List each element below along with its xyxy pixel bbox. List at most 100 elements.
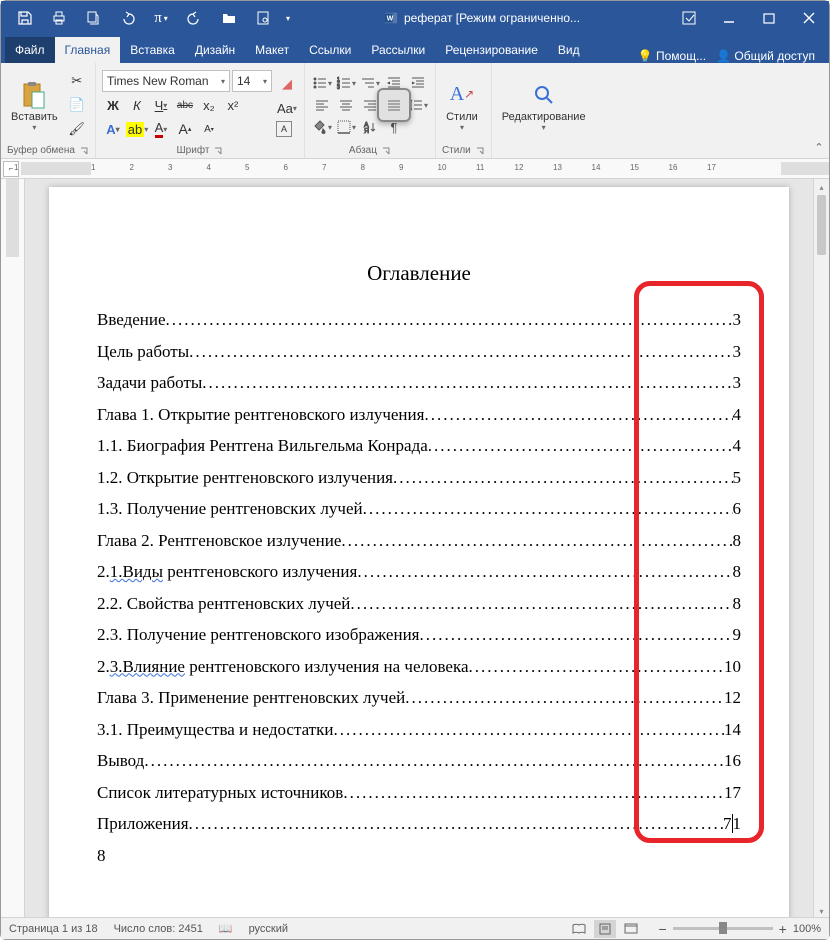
toc-page-number: 10 [724, 657, 741, 677]
toc-leader: ........................................… [428, 436, 733, 456]
tell-me[interactable]: 💡 Помощ... [638, 49, 706, 63]
justify-button[interactable] [383, 94, 405, 116]
shading-button[interactable]: ▾ [311, 116, 333, 138]
toc-leader: ........................................… [363, 499, 733, 519]
print-button[interactable] [43, 4, 75, 32]
bullets-button[interactable]: ▾ [311, 72, 333, 94]
print-preview-button[interactable] [247, 4, 279, 32]
clear-format-button[interactable]: ◢ [276, 73, 298, 95]
toc-line: 2.3.Влияние рентгеновского излучения на … [97, 657, 741, 677]
subscript-button[interactable]: x₂ [198, 94, 220, 116]
editing-button[interactable]: Редактирование▾ [498, 77, 590, 134]
tab-layout[interactable]: Макет [245, 37, 299, 63]
toc-label: Глава 3. Применение рентгеновских лучей [97, 688, 405, 708]
web-layout-button[interactable] [620, 920, 642, 938]
styles-launcher[interactable] [475, 146, 485, 156]
toc-page-number: 5 [733, 468, 742, 488]
paragraph-launcher[interactable] [381, 146, 391, 156]
print-layout-button[interactable] [594, 920, 616, 938]
status-proofing[interactable]: 📖 [219, 922, 233, 935]
grow-font-button[interactable]: A▴ [174, 118, 196, 140]
font-launcher[interactable] [213, 146, 223, 156]
collapse-ribbon-button[interactable]: ⌃ [809, 63, 829, 158]
ruler-horizontal[interactable]: ⌐ 11234567891011121314151617 [1, 159, 829, 179]
italic-button[interactable]: К [126, 94, 148, 116]
redo-button[interactable] [179, 4, 211, 32]
toc-page-number: 9 [733, 625, 742, 645]
highlight-button[interactable]: ab▾ [126, 118, 148, 140]
minimize-button[interactable] [709, 1, 749, 35]
toc-leader: ........................................… [469, 657, 724, 677]
change-case-button[interactable]: Aa▾ [276, 97, 298, 119]
align-center-button[interactable] [335, 94, 357, 116]
toc-page-number: 4 [733, 405, 742, 425]
undo-button[interactable] [111, 4, 143, 32]
zoom-out-button[interactable]: − [658, 921, 666, 937]
toc-page-number: 71 [723, 814, 741, 834]
bold-button[interactable]: Ж [102, 94, 124, 116]
maximize-button[interactable] [749, 1, 789, 35]
borders-button[interactable]: ▾ [335, 116, 357, 138]
tab-mailings[interactable]: Рассылки [361, 37, 435, 63]
toc-leader: ........................................… [393, 468, 733, 488]
clipboard-launcher[interactable] [79, 146, 89, 156]
styles-button[interactable]: A↗ Стили▾ [442, 77, 482, 134]
toc-label: Цель работы [97, 342, 189, 362]
tab-insert[interactable]: Вставка [120, 37, 185, 63]
toc-line: Глава 1. Открытие рентгеновского излучен… [97, 405, 741, 425]
paste-button[interactable]: Вставить ▾ [7, 77, 62, 134]
character-border-button[interactable]: A [276, 121, 292, 137]
doc-heading: Оглавление [97, 261, 741, 286]
zoom-in-button[interactable]: + [779, 921, 787, 937]
font-size-combo[interactable]: 14▾ [232, 70, 272, 92]
status-words[interactable]: Число слов: 2451 [114, 923, 203, 935]
toc-line: Глава 3. Применение рентгеновских лучей.… [97, 688, 741, 708]
cut-button[interactable]: ✂ [66, 70, 88, 92]
save-button[interactable] [9, 4, 41, 32]
text-effects-button[interactable]: A▾ [102, 118, 124, 140]
copy-button[interactable]: 📄 [66, 94, 88, 116]
toc-page-number: 3 [733, 373, 742, 393]
new-button[interactable] [77, 4, 109, 32]
tab-review[interactable]: Рецензирование [435, 37, 548, 63]
status-page[interactable]: Страница 1 из 18 [9, 923, 98, 935]
zoom-level[interactable]: 100% [793, 923, 821, 935]
toc-leader: ........................................… [189, 814, 723, 834]
qat-customize-button[interactable]: ▾ [281, 4, 295, 32]
share-button[interactable]: 👤 Общий доступ [716, 49, 815, 63]
toc-leader: ........................................… [333, 720, 724, 740]
toc-line: 2.2. Свойства рентгеновских лучей.......… [97, 594, 741, 614]
read-mode-button[interactable] [568, 920, 590, 938]
font-name-combo[interactable]: Times New Roman▾ [102, 70, 230, 92]
document-page[interactable]: Оглавление Введение.....................… [49, 187, 789, 919]
tab-file[interactable]: Файл [5, 37, 55, 63]
tab-view[interactable]: Вид [548, 37, 590, 63]
toc-label: Введение [97, 310, 166, 330]
superscript-button[interactable]: x² [222, 94, 244, 116]
font-color-button[interactable]: A▾ [150, 118, 172, 140]
find-icon [528, 79, 560, 111]
toc-leader: ........................................… [341, 531, 732, 551]
ruler-vertical[interactable] [1, 179, 25, 919]
vertical-scrollbar[interactable]: ▴ ▾ [813, 179, 829, 919]
numbering-button[interactable]: 123▾ [335, 72, 357, 94]
close-button[interactable] [789, 1, 829, 35]
underline-button[interactable]: Ч▾ [150, 94, 172, 116]
format-painter-button[interactable]: 🖌 [66, 118, 88, 140]
align-left-button[interactable] [311, 94, 333, 116]
svg-text:W: W [387, 16, 394, 23]
shrink-font-button[interactable]: A▾ [198, 118, 220, 140]
ribbon-options-button[interactable] [669, 1, 709, 35]
tab-home[interactable]: Главная [55, 37, 121, 63]
status-language[interactable]: русский [249, 923, 288, 935]
toc-page-number: 12 [724, 688, 741, 708]
group-styles: A↗ Стили▾ Стили [436, 63, 492, 158]
strike-button[interactable]: abc [174, 94, 196, 116]
tab-references[interactable]: Ссылки [299, 37, 361, 63]
equation-button[interactable]: π▾ [145, 4, 177, 32]
tab-design[interactable]: Дизайн [185, 37, 245, 63]
zoom-slider[interactable] [673, 927, 773, 930]
toc-line: 1.1. Биография Рентгена Вильгельма Конра… [97, 436, 741, 456]
open-button[interactable] [213, 4, 245, 32]
toc-leader: ........................................… [189, 342, 732, 362]
